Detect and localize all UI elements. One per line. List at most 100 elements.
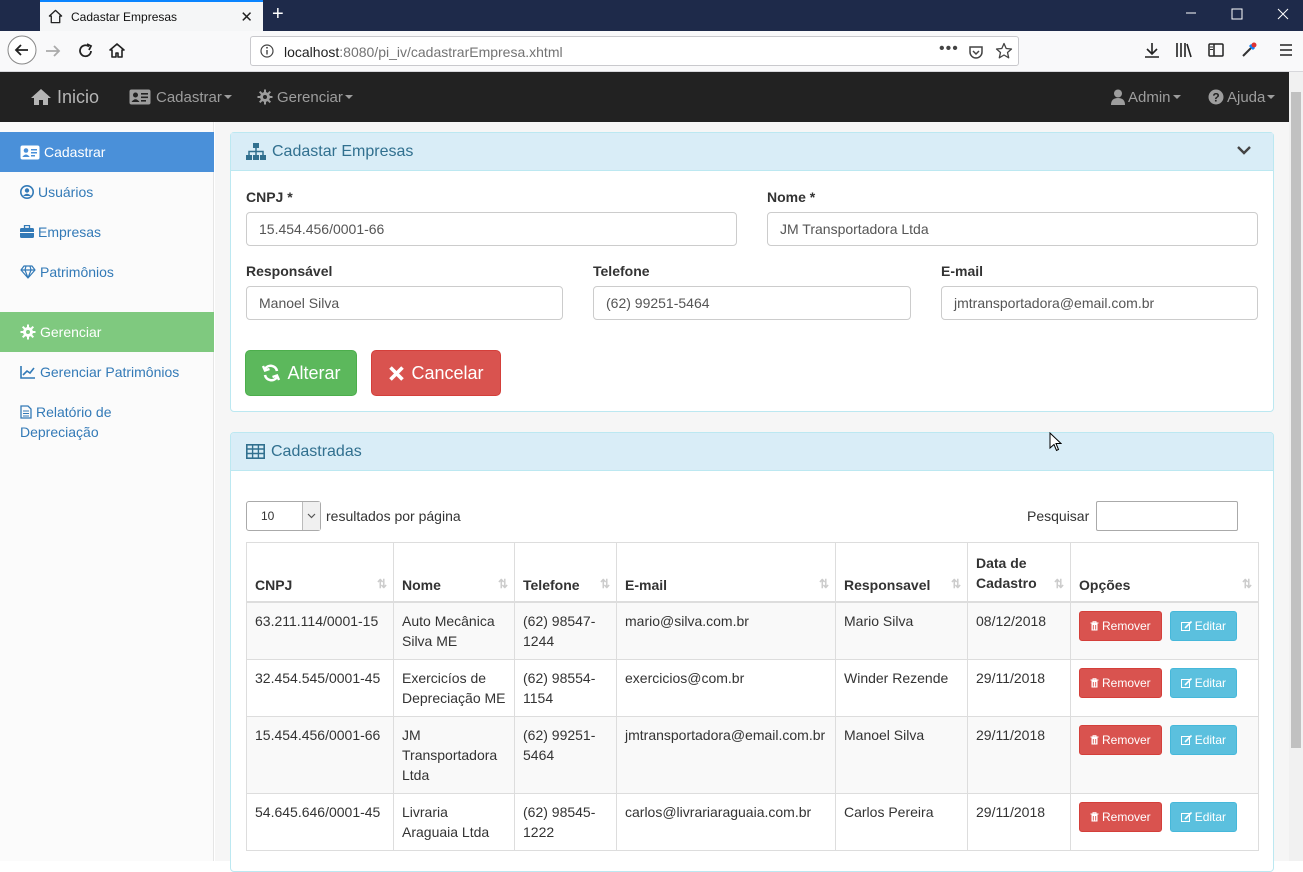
minimize-icon[interactable] bbox=[1185, 4, 1197, 20]
info-icon[interactable] bbox=[260, 44, 274, 58]
remover-label: Remover bbox=[1102, 809, 1151, 824]
new-tab-icon[interactable]: + bbox=[272, 4, 284, 24]
scrollbar-thumb[interactable] bbox=[1291, 92, 1301, 748]
edit-icon bbox=[1180, 677, 1195, 688]
sidebar: Cadastrar Usuários Empresas Patrimônios … bbox=[0, 122, 214, 861]
sidebar-item-gerenciar-patrimonios[interactable]: Gerenciar Patrimônios bbox=[20, 362, 179, 382]
sidebar-item-empresas[interactable]: Empresas bbox=[20, 222, 101, 242]
telefone-field[interactable]: (62) 99251-5464 bbox=[593, 286, 911, 320]
chevron-down-icon[interactable] bbox=[1237, 145, 1257, 155]
sort-icon: ⇅ bbox=[497, 576, 508, 591]
cancelar-button[interactable]: Cancelar bbox=[371, 350, 501, 396]
forward-icon[interactable] bbox=[44, 42, 62, 60]
cell-responsavel: Carlos Pereira bbox=[835, 792, 968, 851]
sidebar-item-relatorio[interactable]: Relatório de Depreciação bbox=[20, 402, 140, 442]
close-tab-icon[interactable]: ✕ bbox=[240, 8, 253, 26]
diamond-icon bbox=[20, 262, 40, 279]
sidebar-item-label: Relatório de Depreciação bbox=[20, 404, 112, 440]
cnpj-label: CNPJ * bbox=[246, 189, 293, 205]
cell-telefone: (62) 98545-1222 bbox=[514, 792, 617, 851]
column-header-responsavel[interactable]: Responsavel ⇅ bbox=[835, 542, 968, 603]
sort-icon: ⇅ bbox=[599, 576, 610, 591]
responsavel-field[interactable]: Manoel Silva bbox=[246, 286, 563, 320]
column-header-opcoes[interactable]: Opções ⇅ bbox=[1070, 542, 1259, 603]
search-input[interactable] bbox=[1096, 501, 1238, 531]
tab-title: Cadastar Empresas bbox=[71, 10, 178, 24]
nav-admin-label: Admin bbox=[1128, 88, 1171, 106]
library-icon[interactable] bbox=[1175, 41, 1193, 59]
home-icon[interactable] bbox=[108, 42, 126, 60]
page-actions-icon[interactable]: ••• bbox=[939, 40, 959, 58]
download-icon[interactable] bbox=[1143, 41, 1161, 59]
address-bar[interactable]: localhost:8080/pi_iv/cadastrarEmpresa.xh… bbox=[250, 36, 1019, 66]
column-header-cnpj[interactable]: CNPJ ⇅ bbox=[246, 542, 394, 603]
browser-tab-bar: Cadastar Empresas ✕ + bbox=[0, 0, 1303, 31]
url-text[interactable]: localhost:8080/pi_iv/cadastrarEmpresa.xh… bbox=[284, 44, 563, 60]
editar-button[interactable]: Editar bbox=[1169, 610, 1238, 641]
cell-email: jmtransportadora@email.com.br bbox=[616, 715, 836, 794]
responsavel-label: Responsável bbox=[246, 263, 333, 279]
bookmark-star-icon[interactable] bbox=[995, 42, 1013, 60]
column-header-telefone[interactable]: Telefone ⇅ bbox=[514, 542, 617, 603]
remover-button[interactable]: Remover bbox=[1079, 801, 1162, 832]
sidebar-header-label: Cadastrar bbox=[44, 144, 106, 160]
list-panel-header: Cadastradas bbox=[231, 433, 1273, 471]
editar-button[interactable]: Editar bbox=[1169, 667, 1238, 698]
cell-cnpj: 15.454.456/0001-66 bbox=[246, 715, 394, 794]
question-circle-icon: ? bbox=[1208, 89, 1224, 105]
back-icon[interactable] bbox=[6, 34, 38, 66]
form-panel-header[interactable]: Cadastar Empresas bbox=[231, 133, 1273, 171]
column-header-nome[interactable]: Nome ⇅ bbox=[393, 542, 515, 603]
pocket-icon[interactable] bbox=[968, 44, 984, 60]
sort-icon: ⇅ bbox=[1053, 576, 1064, 591]
email-field[interactable]: jmtransportadora@email.com.br bbox=[941, 286, 1258, 320]
maximize-icon[interactable] bbox=[1231, 8, 1243, 20]
editar-label: Editar bbox=[1194, 732, 1227, 747]
remover-button[interactable]: Remover bbox=[1079, 610, 1162, 641]
cnpj-field[interactable]: 15.454.456/0001-66 bbox=[246, 212, 737, 246]
sitemap-icon bbox=[246, 142, 272, 161]
eyedropper-icon[interactable] bbox=[1240, 41, 1258, 59]
cell-email: carlos@livrariaraguaia.com.br bbox=[616, 792, 836, 851]
nome-label: Nome * bbox=[767, 189, 816, 205]
remover-button[interactable]: Remover bbox=[1079, 724, 1162, 755]
nav-cadastrar-label: Cadastrar bbox=[156, 88, 222, 106]
page-size-label: resultados por página bbox=[326, 508, 461, 524]
caret-down-icon bbox=[344, 95, 353, 99]
browser-tab[interactable]: Cadastar Empresas ✕ bbox=[40, 0, 263, 31]
sidebar-header-gerenciar[interactable]: Gerenciar bbox=[0, 312, 214, 352]
id-card-icon bbox=[20, 145, 40, 160]
editar-button[interactable]: Editar bbox=[1169, 724, 1238, 755]
column-header-label: Telefone bbox=[523, 576, 580, 593]
cell-responsavel: Winder Rezende bbox=[835, 658, 968, 717]
nav-brand-inicio[interactable]: Inicio bbox=[30, 72, 99, 122]
nav-ajuda-dropdown[interactable]: ? Ajuda bbox=[1208, 72, 1276, 122]
home-icon bbox=[48, 9, 63, 24]
nav-cadastrar-dropdown[interactable]: Cadastrar bbox=[129, 72, 232, 122]
chevron-down-icon bbox=[302, 502, 320, 530]
cell-responsavel: Mario Silva bbox=[835, 601, 968, 660]
column-header-data-cadastro[interactable]: Data de Cadastro ⇅ bbox=[967, 542, 1071, 603]
nome-field[interactable]: JM Transportadora Ltda bbox=[767, 212, 1258, 246]
column-header-email[interactable]: E-mail ⇅ bbox=[616, 542, 836, 603]
reload-icon[interactable] bbox=[77, 42, 95, 60]
cancelar-label: Cancelar bbox=[411, 362, 484, 383]
column-header-label: Opções bbox=[1079, 576, 1131, 593]
remover-label: Remover bbox=[1102, 618, 1151, 633]
close-window-icon[interactable] bbox=[1277, 8, 1289, 20]
trash-icon bbox=[1090, 620, 1102, 631]
nav-gerenciar-dropdown[interactable]: Gerenciar bbox=[257, 72, 353, 122]
sidebar-header-cadastrar[interactable]: Cadastrar bbox=[0, 132, 214, 172]
alterar-button[interactable]: Alterar bbox=[245, 350, 357, 396]
sidebar-item-patrimonios[interactable]: Patrimônios bbox=[20, 262, 114, 282]
column-header-label: E-mail bbox=[625, 576, 668, 593]
gear-icon bbox=[20, 324, 36, 340]
nav-admin-dropdown[interactable]: Admin bbox=[1111, 72, 1181, 122]
remover-button[interactable]: Remover bbox=[1079, 667, 1162, 698]
editar-button[interactable]: Editar bbox=[1169, 801, 1238, 832]
sidebar-icon[interactable] bbox=[1207, 41, 1225, 59]
cell-cnpj: 63.211.114/0001-15 bbox=[246, 601, 394, 660]
page-size-select[interactable]: 10 bbox=[246, 501, 321, 531]
menu-icon[interactable] bbox=[1278, 41, 1294, 59]
sidebar-item-usuarios[interactable]: Usuários bbox=[20, 182, 93, 202]
